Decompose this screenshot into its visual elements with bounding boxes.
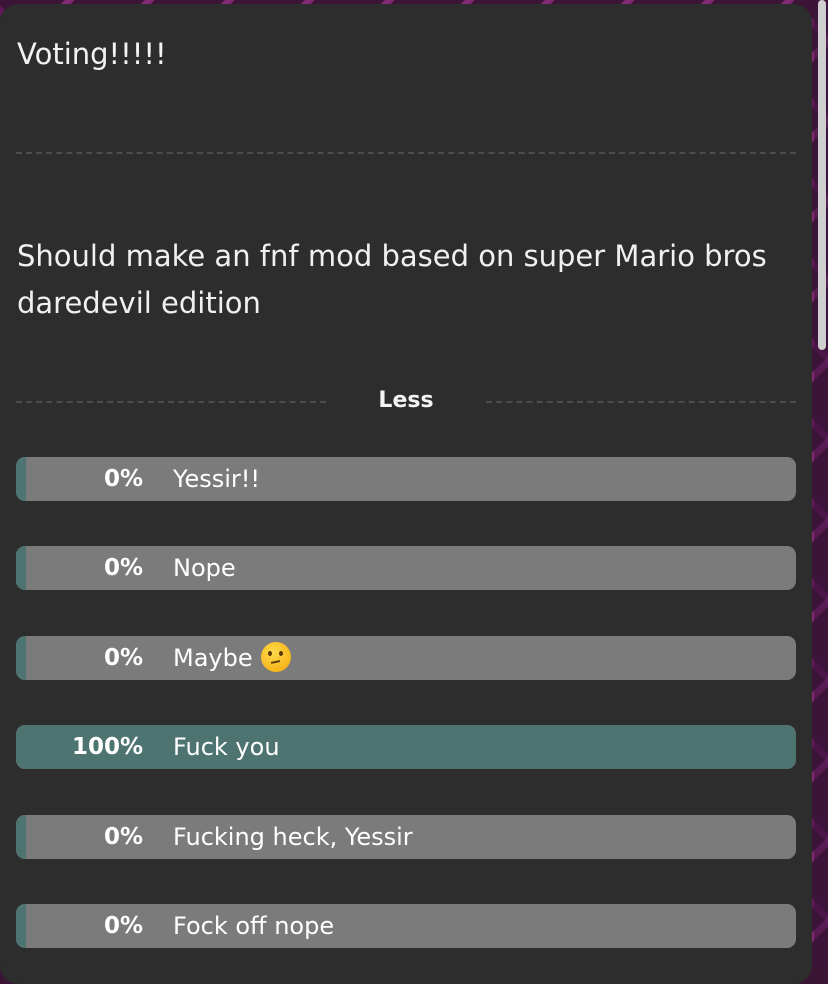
poll-option-fock-off-nope[interactable]: 0% Fock off nope [16, 904, 796, 948]
title-divider [16, 152, 796, 154]
thinking-face-emoji-icon [260, 642, 291, 672]
less-divider-right [486, 401, 796, 403]
option-label-text: Fuck you [173, 733, 280, 761]
option-percent: 0% [103, 645, 143, 671]
option-label: Maybe [173, 636, 291, 680]
option-label-text: Maybe [173, 644, 253, 672]
poll-option-yessir[interactable]: 0% Yessir!! [16, 457, 796, 501]
option-percent: 0% [103, 824, 143, 850]
option-label: Yessir!! [173, 457, 260, 501]
option-percent: 100% [71, 734, 143, 760]
option-label: Fock off nope [173, 904, 334, 948]
poll-option-fuck-you[interactable]: 100% Fuck you [16, 725, 796, 769]
option-percent: 0% [103, 466, 143, 492]
poll-option-maybe[interactable]: 0% Maybe [16, 636, 796, 680]
option-label: Fuck you [173, 725, 280, 769]
option-percent: 0% [103, 555, 143, 581]
poll-option-nope[interactable]: 0% Nope [16, 546, 796, 590]
option-label-text: Fock off nope [173, 912, 335, 940]
less-divider-left [16, 401, 326, 403]
scrollbar-thumb[interactable] [818, 0, 826, 350]
option-label: Fucking heck, Yessir [173, 815, 413, 859]
poll-title: Voting!!!!! [17, 37, 167, 71]
option-label-text: Yessir!! [173, 465, 261, 493]
less-toggle-button[interactable]: Less [356, 384, 456, 418]
poll-option-fucking-heck-yessir[interactable]: 0% Fucking heck, Yessir [16, 815, 796, 859]
option-percent: 0% [103, 913, 143, 939]
poll-question: Should make an fnf mod based on super Ma… [17, 239, 767, 320]
option-label-text: Nope [173, 554, 236, 582]
option-label: Nope [173, 546, 236, 590]
poll-card: Voting!!!!! Should make an fnf mod based… [0, 4, 812, 984]
option-label-text: Fucking heck, Yessir [173, 823, 413, 851]
